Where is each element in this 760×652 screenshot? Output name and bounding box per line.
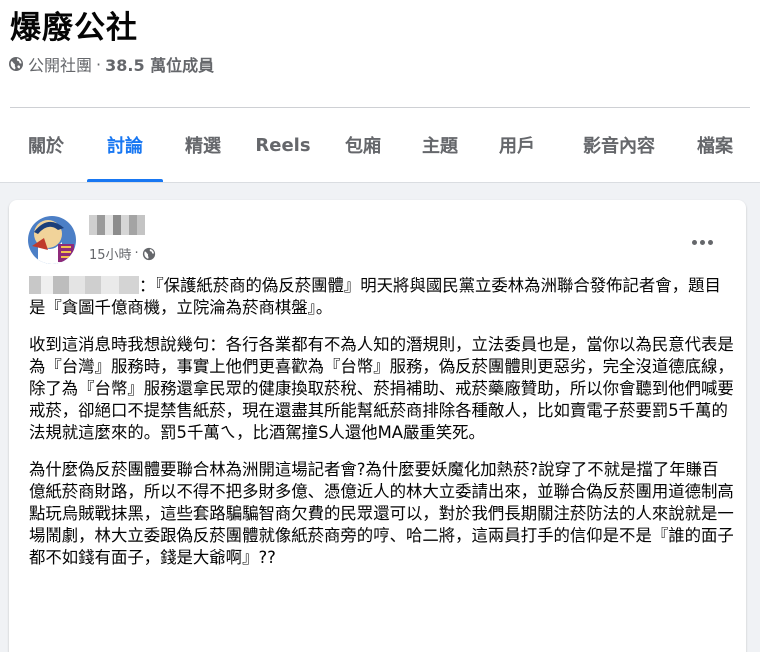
redacted-mention [29,276,139,294]
avatar[interactable] [28,216,76,264]
group-name[interactable]: 爆廢公社 [10,2,138,47]
member-count[interactable]: 38.5 萬位成員 [105,52,214,76]
tab-about[interactable]: 關於 [10,108,82,182]
avatar-image [28,216,76,264]
author-name-redacted[interactable] [89,215,145,235]
group-tabs: 關於 討論 精選 Reels 包廂 主題 用戶 影音內容 檔案 [10,108,760,182]
tab-media[interactable]: 影音內容 [566,108,672,182]
post-body: ：『保護紙菸商的偽反菸團體』明天將與國民黨立委林為洲聯合發佈記者會，題目是『貪圖… [29,275,734,584]
post-meta-separator: · [134,246,139,261]
post-timestamp[interactable]: 15小時 [89,244,132,263]
globe-icon [9,57,23,71]
post-card: 15小時 · ：『保護紙菸商的偽反菸團體』明天將與國民黨立委林為洲聯合發佈記者會… [9,200,746,652]
tab-files[interactable]: 檔案 [680,108,750,182]
more-options-icon[interactable] [684,224,720,260]
tab-featured[interactable]: 精選 [168,108,238,182]
tab-topics[interactable]: 主題 [405,108,475,182]
post-paragraph: 收到這消息時我想說幾句：各行各業都有不為人知的潛規則，立法委員也是，當你以為民意… [29,335,734,442]
privacy-label: 公開社團 [28,56,93,75]
post-paragraph: ：『保護紙菸商的偽反菸團體』明天將與國民黨立委林為洲聯合發佈記者會，題目是『貪圖… [29,276,721,317]
post-meta: 15小時 · [89,244,156,263]
tab-reels[interactable]: Reels [246,108,320,182]
tab-discussion[interactable]: 討論 [87,108,163,182]
post-paragraph: 為什麼偽反菸團體要聯合林為洲開這場記者會?為什麼要妖魔化加熱菸?說穿了不就是擋了… [29,460,734,567]
tab-rooms[interactable]: 包廂 [328,108,398,182]
globe-icon [142,247,155,260]
group-meta: 公開社團 · 38.5 萬位成員 [8,52,214,76]
tab-members[interactable]: 用戶 [482,108,552,182]
meta-separator: · [96,54,102,74]
group-header: 爆廢公社 公開社團 · 38.5 萬位成員 關於 討論 精選 Reels 包廂 … [0,0,760,183]
